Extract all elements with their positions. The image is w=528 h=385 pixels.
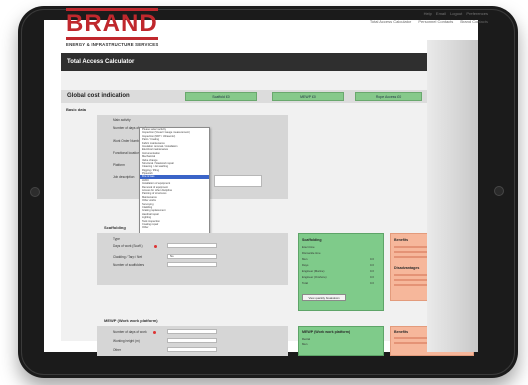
mewp-title: MEWP (Work work platform) [104, 318, 158, 323]
nav-item-calculator[interactable]: Total Access Calculator [370, 19, 411, 24]
camera-icon [30, 187, 40, 197]
screen-glare [427, 40, 478, 352]
result-line-value: 0.0 [370, 257, 374, 261]
job-description-input[interactable] [214, 175, 262, 187]
scaff-days-input[interactable] [167, 243, 217, 248]
field-label-cladding: Cladding / Tarp / Net [113, 255, 142, 259]
field-label-mewp-days: Number of days of work [113, 330, 147, 334]
field-label-working-height: Working height (m) [113, 339, 140, 343]
top-link-preferences[interactable]: Preferences [466, 11, 488, 16]
home-button[interactable] [494, 186, 504, 196]
mewp-days-input[interactable] [167, 329, 217, 334]
scaffolding-title: Scaffolding [104, 225, 126, 230]
mewp-result-title: MEWP (Work work platform) [302, 330, 351, 334]
global-rope-box: Rope Access £0 [355, 92, 422, 101]
global-cost-label: Global cost indication [67, 93, 130, 99]
global-mewp-box: MEWP £0 [272, 92, 344, 101]
field-label-functional-location: Functional location [113, 151, 140, 155]
result-line-value: 0.0 [370, 281, 374, 285]
benefits-title: Benefits [394, 238, 409, 242]
result-line-value: 0.0 [370, 269, 374, 273]
brand-name: BRAND [66, 8, 159, 40]
other-input[interactable] [167, 347, 217, 352]
mewp-result-line: Men [302, 342, 308, 346]
top-link-logout[interactable]: Logout [450, 11, 462, 16]
working-height-input[interactable] [167, 338, 217, 343]
result-line-label: Erect time [302, 245, 315, 249]
field-label-scaffolders: Number of scaffolders [113, 263, 145, 267]
cladding-select[interactable]: No [167, 254, 217, 259]
page-title: Total Access Calculator [61, 53, 429, 71]
result-line-label: Engineer (Marine) [302, 269, 325, 273]
top-links: Help Email Logout Preferences [421, 11, 488, 16]
field-label-scaff-days: Days of work (Scaff.) [113, 244, 143, 248]
result-line-label: Total [302, 281, 308, 285]
nav-item-personnel[interactable]: Personnel Contacts [418, 19, 453, 24]
dropdown-option[interactable]: Other [140, 226, 209, 229]
basic-data-title: Basic data [66, 107, 87, 112]
scaffolding-panel [97, 233, 288, 285]
brand-tagline: ENERGY & INFRASTRUCTURE SERVICES [66, 42, 159, 47]
field-label-job-description: Job description [113, 175, 135, 179]
mewp-result-line: Rental [302, 337, 311, 341]
required-icon [153, 331, 156, 334]
mewp-benefits-title: Benefits [394, 330, 409, 334]
main-nav: Total Access Calculator Personnel Contac… [364, 19, 488, 24]
scaffolders-input[interactable] [167, 262, 217, 267]
field-label-other: Other [113, 348, 121, 352]
dropdown-list: Please select activity Inspection (Visual… [140, 128, 209, 230]
field-label-type: Type [113, 237, 120, 241]
field-label-work-order: Work Order Number [113, 139, 142, 143]
result-line-label: Dismantle time [302, 251, 321, 255]
drawbacks-title: Disadvantages [394, 266, 420, 270]
view-breakdown-button[interactable]: View quantity breakdown [302, 294, 346, 301]
top-link-help[interactable]: Help [424, 11, 432, 16]
result-line-label: Engineer (Onshore) [302, 275, 327, 279]
top-link-email[interactable]: Email [436, 11, 446, 16]
required-icon [154, 245, 157, 248]
result-line-value: 0.0 [370, 263, 374, 267]
result-line-label: Men [302, 257, 308, 261]
global-scaffold-box: Scaffold £0 [185, 92, 257, 101]
result-line-value: 0.0 [370, 275, 374, 279]
result-line-label: Days [302, 263, 309, 267]
nav-item-brand-contacts[interactable]: Brand Contacts [460, 19, 488, 24]
main-activity-dropdown[interactable]: Please select activity Inspection (Visual… [139, 127, 210, 239]
brand-logo[interactable]: BRAND ENERGY & INFRASTRUCTURE SERVICES [66, 8, 159, 47]
field-label-platform: Platform [113, 163, 125, 167]
field-label-main-activity: Main activity [113, 118, 131, 122]
scaffolding-result-title: Scaffolding [302, 238, 322, 242]
